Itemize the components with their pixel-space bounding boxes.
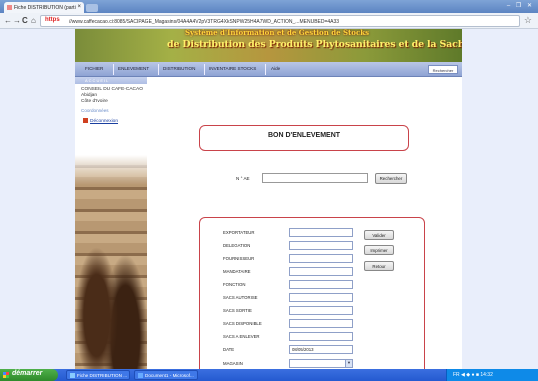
forward-icon[interactable]: →: [13, 16, 21, 25]
back-icon[interactable]: ←: [4, 16, 12, 25]
start-button[interactable]: démarrer: [0, 369, 58, 381]
reload-icon[interactable]: C: [22, 16, 28, 25]
sacs-a-enlever-input[interactable]: [289, 332, 353, 341]
field-label-sacs-a-enlever: SACS A ENLEVER: [223, 334, 260, 339]
org-country: Côte d'Ivoire: [81, 99, 108, 104]
print-button[interactable]: Imprimer: [364, 245, 394, 255]
sacs-sortie-input[interactable]: [289, 306, 353, 315]
taskbar-item-label: Document1 - Microsof...: [145, 373, 194, 378]
windows-logo-icon: [3, 372, 9, 378]
tab-close-icon[interactable]: ×: [77, 4, 81, 10]
logout-label: Déconnexion: [90, 119, 119, 124]
logout-link[interactable]: Déconnexion: [75, 118, 147, 124]
field-label-sacs-autorise: SACS AUTORISE: [223, 295, 258, 300]
new-tab-button[interactable]: [86, 4, 98, 12]
banner-title-line1: Système d'Information et de Gestion de S…: [185, 29, 370, 37]
menu-item-aide[interactable]: Aide: [271, 66, 280, 71]
window-controls[interactable]: – ❐ ✕: [507, 2, 534, 9]
sacs-disponible-input[interactable]: [289, 319, 353, 328]
menu-item-fichier[interactable]: FICHIER: [85, 66, 103, 71]
field-label-delegation: DELEGATION: [223, 243, 251, 248]
field-label-sacs-disponible: SACS DISPONIBLE: [223, 321, 262, 326]
logout-icon: [83, 118, 88, 123]
url-scheme: https: [45, 17, 60, 23]
fonction-input[interactable]: [289, 280, 353, 289]
address-bar[interactable]: https //www.caffecacao.ci:8085/SACIPAGE_…: [40, 15, 520, 27]
ne-label: N ° AE: [236, 176, 250, 181]
back-button[interactable]: Retour: [364, 261, 394, 271]
menu-item-distribution[interactable]: DISTRIBUTION: [163, 66, 195, 71]
browser-tab[interactable]: Fiche DISTRIBUTION (parti ×: [4, 2, 84, 13]
field-label-fonction: FONCTION: [223, 282, 246, 287]
site-banner: Système d'Information et de Gestion de S…: [75, 29, 462, 62]
field-label-fournisseur: FOURNISSEUR: [223, 256, 255, 261]
date-input[interactable]: 08/05/2013: [289, 345, 353, 354]
system-tray: FR ◀ ◆ ● ■ 14:32: [446, 369, 538, 381]
site-container: Système d'Information et de Gestion de S…: [75, 29, 462, 369]
browser-tabstrip: Fiche DISTRIBUTION (parti × – ❐ ✕: [0, 0, 538, 13]
magasin-select[interactable]: ▼: [289, 359, 353, 368]
sidebar-link-coordonnees[interactable]: Coordonnées: [75, 108, 147, 113]
taskbar-item-label: Fiche DISTRIBUTION ...: [77, 373, 128, 378]
validate-button[interactable]: Valider: [364, 230, 394, 240]
field-label-magasin: MAGASIN: [223, 361, 243, 366]
start-label: démarrer: [12, 370, 43, 377]
mandataire-input[interactable]: [289, 267, 353, 276]
ne-input[interactable]: [262, 173, 368, 183]
menu-divider: [204, 64, 205, 75]
menu-divider: [265, 64, 266, 75]
field-label-mandataire: MANDATAIRE: [223, 269, 251, 274]
taskbar-item-word[interactable]: Document1 - Microsof...: [134, 370, 198, 380]
search-button[interactable]: Rechercher: [375, 173, 407, 184]
form-title: BON D'ENLEVEMENT: [199, 125, 409, 151]
favicon-icon: [7, 5, 12, 10]
field-label-date: DATE: [223, 347, 235, 352]
menu-divider: [158, 64, 159, 75]
tab-title: Fiche DISTRIBUTION (parti: [14, 5, 76, 11]
banner-title-line2: de Distribution des Produits Phytosanita…: [167, 39, 462, 50]
field-label-sacs-sortie: SACS SORTIE: [223, 308, 252, 313]
menu-divider: [113, 64, 114, 75]
word-app-icon: [138, 373, 143, 378]
sidebar-header: ACCUEIL: [75, 77, 147, 84]
menu-search-button[interactable]: Rechercher: [428, 65, 458, 74]
image-fade: [75, 155, 147, 185]
field-label-exportateur: EXPORTATEUR: [223, 230, 255, 235]
chevron-down-icon[interactable]: ▼: [345, 360, 352, 367]
browser-app-icon: [70, 373, 75, 378]
delegation-input[interactable]: [289, 241, 353, 250]
sacs-autorise-input[interactable]: [289, 293, 353, 302]
url-text: //www.caffecacao.ci:8085/SACIPAGE_Magasi…: [69, 19, 340, 25]
coffee-sacks-image: [75, 155, 147, 369]
exportateur-input[interactable]: [289, 228, 353, 237]
menu-item-inventaire-stocks[interactable]: INVENTAIRE STOCKS: [209, 66, 256, 71]
sidebar: ACCUEIL CONSEIL DU CAFE-CACAO Abidjan Cô…: [75, 77, 147, 369]
page-viewport: Système d'Information et de Gestion de S…: [0, 29, 538, 369]
main-menu: FICHIER ENLEVEMENT DISTRIBUTION INVENTAI…: [75, 62, 462, 77]
home-icon[interactable]: ⌂: [31, 16, 36, 25]
menu-item-enlevement[interactable]: ENLEVEMENT: [118, 66, 149, 71]
taskbar: démarrer Fiche DISTRIBUTION ... Document…: [0, 369, 538, 381]
browser-toolbar: ← → C ⌂ https //www.caffecacao.ci:8085/S…: [0, 13, 538, 29]
main-content: BON D'ENLEVEMENT N ° AE Rechercher EXPOR…: [147, 77, 462, 369]
fournisseur-input[interactable]: [289, 254, 353, 263]
bookmark-star-icon[interactable]: ☆: [524, 15, 532, 26]
taskbar-item-browser[interactable]: Fiche DISTRIBUTION ...: [66, 370, 130, 380]
